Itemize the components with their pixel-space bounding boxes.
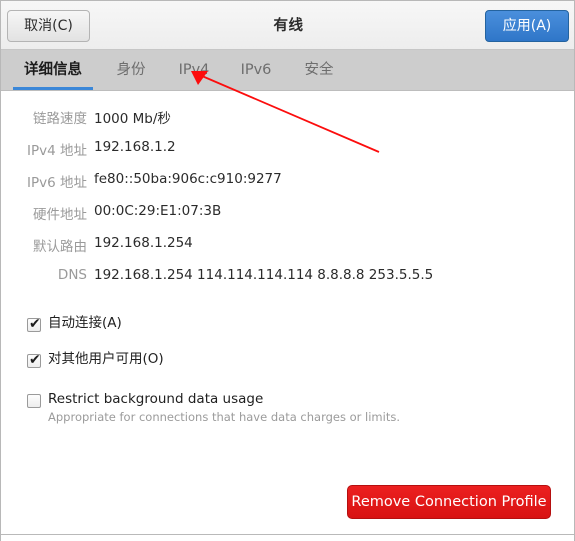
detail-value-default-route: 192.168.1.254 (94, 235, 193, 251)
detail-value-ipv6-address: fe80::50ba:906c:c910:9277 (94, 171, 282, 187)
detail-label-hardware-address: 硬件地址 (33, 207, 87, 223)
detail-row: 硬件地址 00:0C:29:E1:07:3B (1, 200, 574, 232)
detail-row: IPv4 地址 192.168.1.2 (1, 136, 574, 168)
checkmark-icon: ✔ (29, 352, 41, 368)
checkbox-available-to-other-users[interactable]: ✔ (27, 352, 41, 368)
detail-value-link-speed: 1000 Mb/秒 (94, 111, 171, 127)
option-auto-connect[interactable]: ✔ 自动连接(A) (1, 314, 574, 350)
detail-value-ipv4-address: 192.168.1.2 (94, 139, 176, 155)
detail-row: IPv6 地址 fe80::50ba:906c:c910:9277 (1, 168, 574, 200)
option-restrict-background-data[interactable]: ✔ Restrict background data usage Appropr… (1, 390, 574, 436)
remove-connection-profile-button[interactable]: Remove Connection Profile (347, 485, 551, 519)
detail-row: 默认路由 192.168.1.254 (1, 232, 574, 264)
dialog-header-bar: 取消(C) 有线 应用(A) (1, 1, 574, 50)
checkbox-auto-connect[interactable]: ✔ (27, 316, 41, 332)
detail-row: DNS 192.168.1.254 114.114.114.114 8.8.8.… (1, 264, 574, 296)
checkbox-restrict-background-data[interactable]: ✔ (27, 394, 41, 408)
network-settings-dialog: 取消(C) 有线 应用(A) 详细信息 身份 IPv4 IPv6 安全 链路速度… (0, 0, 575, 541)
detail-label-ipv6-address: IPv6 地址 (27, 175, 87, 191)
detail-value-hardware-address: 00:0C:29:E1:07:3B (94, 203, 222, 219)
detail-label-dns: DNS (57, 267, 87, 283)
tab-bar: 详细信息 身份 IPv4 IPv6 安全 (1, 50, 574, 91)
tab-details[interactable]: 详细信息 (13, 50, 93, 90)
apply-button[interactable]: 应用(A) (485, 10, 569, 42)
tab-identity[interactable]: 身份 (109, 50, 153, 90)
detail-value-dns: 192.168.1.254 114.114.114.114 8.8.8.8 25… (94, 267, 434, 283)
bottom-divider (1, 534, 574, 535)
tab-ipv6[interactable]: IPv6 (235, 50, 277, 90)
detail-label-link-speed: 链路速度 (33, 111, 87, 127)
option-label-auto-connect: 自动连接(A) (48, 315, 122, 331)
tab-security[interactable]: 安全 (297, 50, 341, 90)
option-sublabel-restrict-background-data: Appropriate for connections that have da… (48, 410, 400, 424)
option-available-to-other-users[interactable]: ✔ 对其他用户可用(O) (1, 350, 574, 390)
detail-label-default-route: 默认路由 (33, 239, 87, 255)
details-list: 链路速度 1000 Mb/秒 IPv4 地址 192.168.1.2 IPv6 … (1, 104, 574, 296)
options-list: ✔ 自动连接(A) ✔ 对其他用户可用(O) ✔ Restrict backgr… (1, 314, 574, 436)
checkmark-icon: ✔ (29, 316, 41, 332)
option-label-restrict-background-data: Restrict background data usage (48, 391, 264, 407)
option-label-available-to-other-users: 对其他用户可用(O) (48, 351, 164, 367)
detail-label-ipv4-address: IPv4 地址 (27, 143, 87, 159)
detail-row: 链路速度 1000 Mb/秒 (1, 104, 574, 136)
tab-ipv4[interactable]: IPv4 (173, 50, 215, 90)
